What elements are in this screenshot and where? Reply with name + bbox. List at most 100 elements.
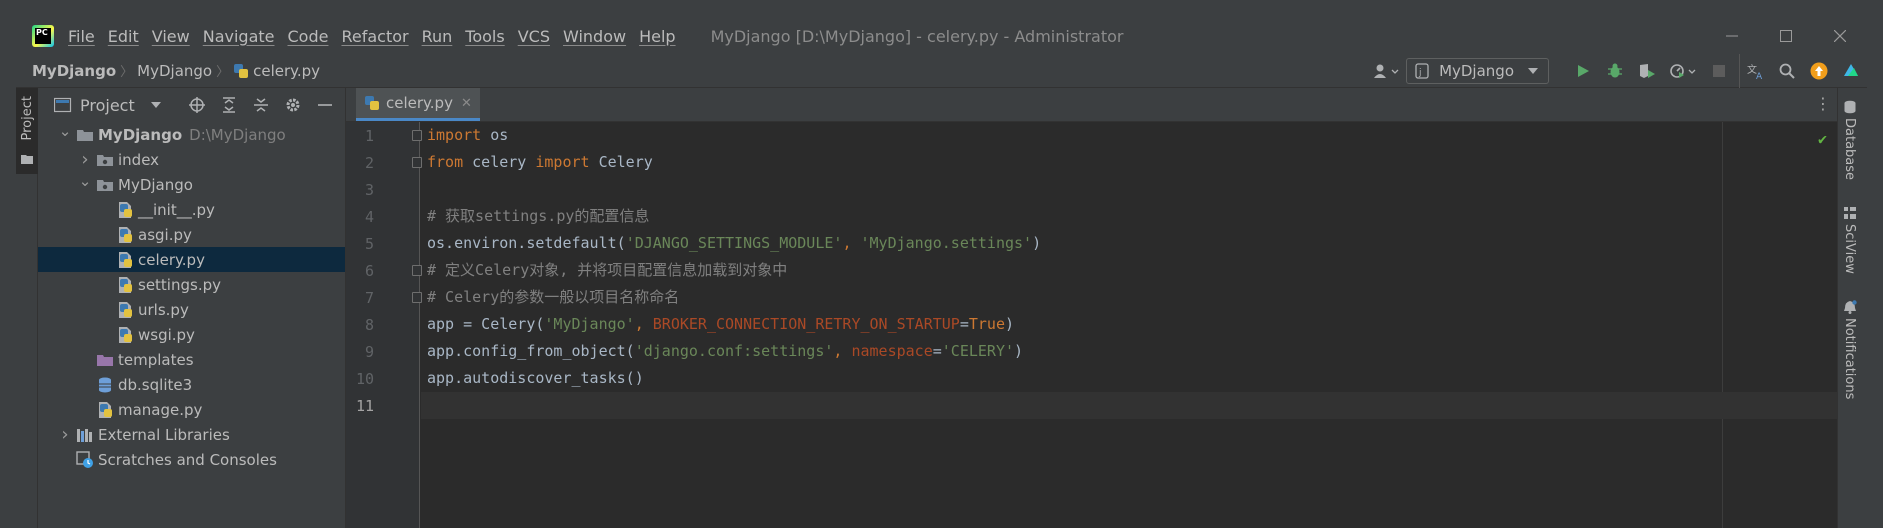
expand-all-button[interactable] xyxy=(213,88,245,122)
breadcrumb-file[interactable]: celery.py xyxy=(233,62,320,80)
tree-item[interactable]: ⌄ MyDjango D:\MyDjango xyxy=(38,122,345,147)
tree-item[interactable]: templates xyxy=(38,347,345,372)
project-view-selector[interactable]: Project xyxy=(80,96,135,115)
library-icon xyxy=(76,426,94,444)
hide-panel-button[interactable] xyxy=(309,88,341,122)
search-everywhere-button[interactable] xyxy=(1771,54,1803,88)
tree-item[interactable]: asgi.py xyxy=(38,222,345,247)
code-token: Celery xyxy=(589,153,653,171)
tree-item[interactable]: celery.py xyxy=(38,247,345,272)
line-number[interactable]: 1 xyxy=(346,127,374,145)
line-number[interactable]: 4 xyxy=(346,208,374,226)
python-file-icon xyxy=(234,63,249,78)
chevron-down-icon[interactable]: ⌄ xyxy=(58,122,72,140)
code-line[interactable] xyxy=(421,392,1837,419)
chevron-right-icon[interactable]: › xyxy=(78,149,92,170)
updates-button[interactable] xyxy=(1803,54,1835,88)
pycharm-logo-icon[interactable]: PC xyxy=(32,25,54,47)
run-button[interactable] xyxy=(1567,54,1599,88)
folder-icon xyxy=(76,126,94,144)
tree-item[interactable]: __init__.py xyxy=(38,197,345,222)
stop-button[interactable] xyxy=(1703,54,1735,88)
code-token: = xyxy=(959,315,969,333)
editor-gutter[interactable]: 1 2 3 4 5 6 7 8 9 10 11 xyxy=(346,122,422,528)
profile-button[interactable] xyxy=(1663,54,1703,88)
code-line[interactable]: # Celery的参数一般以项目名称命名 xyxy=(421,284,1837,311)
menu-code[interactable]: Code xyxy=(288,27,329,46)
tree-item[interactable]: manage.py xyxy=(38,397,345,422)
debug-button[interactable] xyxy=(1599,54,1631,88)
coverage-button[interactable] xyxy=(1631,54,1663,88)
menu-edit[interactable]: Edit xyxy=(108,27,139,46)
code-token: app = Celery( xyxy=(427,315,545,333)
editor-more-icon[interactable]: ⋮ xyxy=(1815,94,1831,113)
line-number[interactable]: 5 xyxy=(346,235,374,253)
left-tool-strip: Project xyxy=(16,88,38,528)
code-line[interactable]: app.autodiscover_tasks() xyxy=(421,365,1837,392)
minimize-button[interactable] xyxy=(1705,18,1759,54)
locate-file-button[interactable] xyxy=(181,88,213,122)
code-line[interactable]: import os xyxy=(421,122,1837,149)
menu-navigate[interactable]: Navigate xyxy=(203,27,275,46)
python-file-icon xyxy=(116,301,134,319)
tree-item[interactable]: ⌄ MyDjango xyxy=(38,172,345,197)
sciview-tool-button[interactable]: SciView xyxy=(1842,206,1857,274)
line-number[interactable]: 8 xyxy=(346,316,374,334)
line-number[interactable]: 2 xyxy=(346,154,374,172)
django-config-icon: j xyxy=(1415,63,1429,79)
breadcrumb-project[interactable]: MyDjango xyxy=(32,62,116,80)
menu-file[interactable]: File xyxy=(68,27,95,46)
tab-celery-py[interactable]: celery.py ✕ xyxy=(356,88,480,121)
chevron-right-icon[interactable]: › xyxy=(58,424,72,445)
minimize-icon xyxy=(1726,35,1738,37)
translate-button[interactable]: 文A xyxy=(1739,54,1771,88)
menu-vcs[interactable]: VCS xyxy=(518,27,550,46)
line-number[interactable]: 7 xyxy=(346,289,374,307)
database-tool-button[interactable]: Database xyxy=(1842,100,1857,180)
line-number[interactable]: 3 xyxy=(346,181,374,199)
chevron-down-icon[interactable]: ⌄ xyxy=(78,172,92,190)
search-icon xyxy=(1779,63,1795,79)
code-line[interactable]: os.environ.setdefault('DJANGO_SETTINGS_M… xyxy=(421,230,1837,257)
menu-tools[interactable]: Tools xyxy=(465,27,504,46)
line-number[interactable]: 10 xyxy=(346,370,374,388)
line-number[interactable]: 9 xyxy=(346,343,374,361)
tree-item[interactable]: wsgi.py xyxy=(38,322,345,347)
settings-button[interactable] xyxy=(277,88,309,122)
update-arrow-icon xyxy=(1810,62,1828,80)
code-editor[interactable]: ✔ import os from celery import Celery # 获取… xyxy=(421,122,1837,528)
line-number[interactable]: 11 xyxy=(346,397,374,415)
vcs-user-button[interactable] xyxy=(1366,54,1406,88)
code-token: 'MyDjango.settings' xyxy=(860,234,1033,252)
menu-run[interactable]: Run xyxy=(422,27,453,46)
code-line[interactable] xyxy=(421,176,1837,203)
code-line[interactable]: # 获取settings.py的配置信息 xyxy=(421,203,1837,230)
menu-help[interactable]: Help xyxy=(639,27,675,46)
line-number[interactable]: 6 xyxy=(346,262,374,280)
tree-item-label: urls.py xyxy=(138,300,189,319)
project-tool-window-button[interactable]: Project xyxy=(16,88,38,174)
menu-window[interactable]: Window xyxy=(563,27,626,46)
run-configuration-selector[interactable]: j MyDjango xyxy=(1406,58,1549,84)
tree-item[interactable]: › index xyxy=(38,147,345,172)
tree-item[interactable]: › External Libraries xyxy=(38,422,345,447)
tree-item[interactable]: Scratches and Consoles xyxy=(38,447,345,472)
menu-refactor[interactable]: Refactor xyxy=(341,27,408,46)
chevron-down-icon[interactable] xyxy=(150,102,161,108)
code-line[interactable]: # 定义Celery对象, 并将项目配置信息加载到对象中 xyxy=(421,257,1837,284)
collapse-all-button[interactable] xyxy=(245,88,277,122)
tree-item[interactable]: settings.py xyxy=(38,272,345,297)
code-line[interactable]: app.config_from_object('django.conf:sett… xyxy=(421,338,1837,365)
maximize-button[interactable] xyxy=(1759,18,1813,54)
tree-item[interactable]: db.sqlite3 xyxy=(38,372,345,397)
tree-item[interactable]: urls.py xyxy=(38,297,345,322)
code-line[interactable]: from celery import Celery xyxy=(421,149,1837,176)
code-line[interactable]: app = Celery('MyDjango', BROKER_CONNECTI… xyxy=(421,311,1837,338)
close-button[interactable] xyxy=(1813,18,1867,54)
menu-view[interactable]: View xyxy=(152,27,190,46)
breadcrumb-package[interactable]: MyDjango xyxy=(137,62,212,80)
tab-close-icon[interactable]: ✕ xyxy=(461,96,472,111)
notifications-tool-button[interactable]: Notifications xyxy=(1842,300,1857,399)
assistant-button[interactable] xyxy=(1835,54,1867,88)
svg-text:j: j xyxy=(1418,68,1422,78)
